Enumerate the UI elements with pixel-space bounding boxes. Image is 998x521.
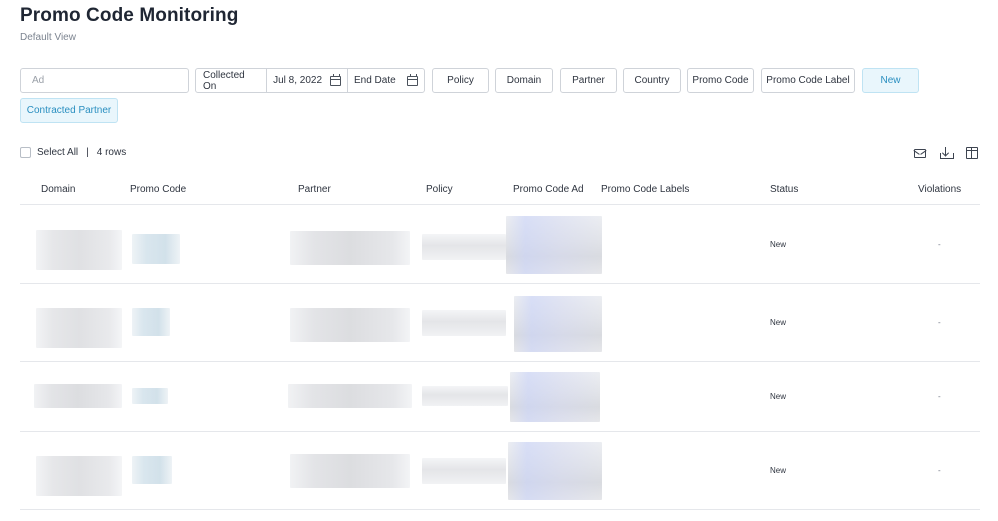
end-date-placeholder: End Date xyxy=(353,75,396,86)
column-header-domain[interactable]: Domain xyxy=(41,184,75,195)
redacted-domain xyxy=(36,230,122,270)
redacted-promo-ad-image[interactable] xyxy=(510,372,600,422)
redacted-promo-code xyxy=(132,234,180,264)
country-filter-button[interactable]: Country xyxy=(623,68,681,93)
violations-value: - xyxy=(938,392,941,401)
redacted-domain xyxy=(36,308,122,348)
redacted-promo-code xyxy=(132,388,168,404)
redacted-partner xyxy=(290,454,410,488)
download-icon[interactable] xyxy=(940,147,954,159)
calendar-icon[interactable] xyxy=(329,73,341,86)
status-value: New xyxy=(770,318,787,327)
redacted-partner xyxy=(290,308,410,342)
table-row[interactable]: New - xyxy=(20,432,980,510)
status-value: New xyxy=(770,466,787,475)
selection-bar: Select All | 4 rows xyxy=(20,147,126,158)
contracted-partner-filter-button[interactable]: Contracted Partner xyxy=(20,98,118,123)
redacted-partner xyxy=(290,231,410,265)
violations-value: - xyxy=(938,240,941,249)
select-all-label[interactable]: Select All xyxy=(37,147,78,158)
separator: | xyxy=(86,147,89,158)
redacted-policy xyxy=(422,386,508,406)
column-header-violations[interactable]: Violations xyxy=(918,184,961,195)
date-range-filter: Collected On Jul 8, 2022 End Date xyxy=(195,68,425,93)
calendar-icon[interactable] xyxy=(407,73,418,86)
promo-code-filter-button[interactable]: Promo Code xyxy=(687,68,754,93)
redacted-promo-code xyxy=(132,308,170,336)
redacted-policy xyxy=(422,458,506,484)
redacted-policy xyxy=(422,234,506,260)
status-value: New xyxy=(770,392,787,401)
violations-value: - xyxy=(938,466,941,475)
table-row[interactable]: New - xyxy=(20,284,980,362)
column-header-promo-code-ad[interactable]: Promo Code Ad xyxy=(513,184,584,195)
end-date-picker[interactable]: End Date xyxy=(348,69,424,92)
table-header: Domain Promo Code Partner Policy Promo C… xyxy=(20,177,980,205)
redacted-policy xyxy=(422,310,506,336)
domain-filter-button[interactable]: Domain xyxy=(495,68,553,93)
column-header-partner[interactable]: Partner xyxy=(298,184,331,195)
columns-icon[interactable] xyxy=(966,147,978,159)
column-header-status[interactable]: Status xyxy=(770,184,798,195)
column-header-promo-code[interactable]: Promo Code xyxy=(130,184,186,195)
table-row[interactable]: New - xyxy=(20,206,980,284)
page-title: Promo Code Monitoring xyxy=(20,5,239,26)
new-status-filter-button[interactable]: New xyxy=(862,68,919,93)
redacted-domain xyxy=(34,384,122,408)
policy-filter-button[interactable]: Policy xyxy=(432,68,489,93)
redacted-promo-code xyxy=(132,456,172,484)
redacted-promo-ad-image[interactable] xyxy=(506,216,602,274)
row-count: 4 rows xyxy=(96,147,127,158)
start-date-value: Jul 8, 2022 xyxy=(273,75,323,86)
start-date-picker[interactable]: Jul 8, 2022 xyxy=(267,69,348,92)
select-all-checkbox[interactable] xyxy=(20,147,31,158)
status-value: New xyxy=(770,240,787,249)
column-header-policy[interactable]: Policy xyxy=(426,184,453,195)
violations-value: - xyxy=(938,318,941,327)
table-toolbar xyxy=(914,147,978,159)
collected-on-label: Collected On xyxy=(196,69,268,92)
promo-code-label-filter-button[interactable]: Promo Code Label xyxy=(761,68,855,93)
redacted-partner xyxy=(288,384,412,408)
redacted-promo-ad-image[interactable] xyxy=(508,442,602,500)
column-header-promo-code-labels[interactable]: Promo Code Labels xyxy=(601,184,689,195)
ad-search-input[interactable]: Ad xyxy=(20,68,189,93)
partner-filter-button[interactable]: Partner xyxy=(560,68,617,93)
redacted-domain xyxy=(36,456,122,496)
mail-icon[interactable] xyxy=(914,149,926,158)
table-row[interactable]: New - xyxy=(20,362,980,432)
redacted-promo-ad-image[interactable] xyxy=(514,296,602,352)
view-name[interactable]: Default View xyxy=(20,32,76,43)
